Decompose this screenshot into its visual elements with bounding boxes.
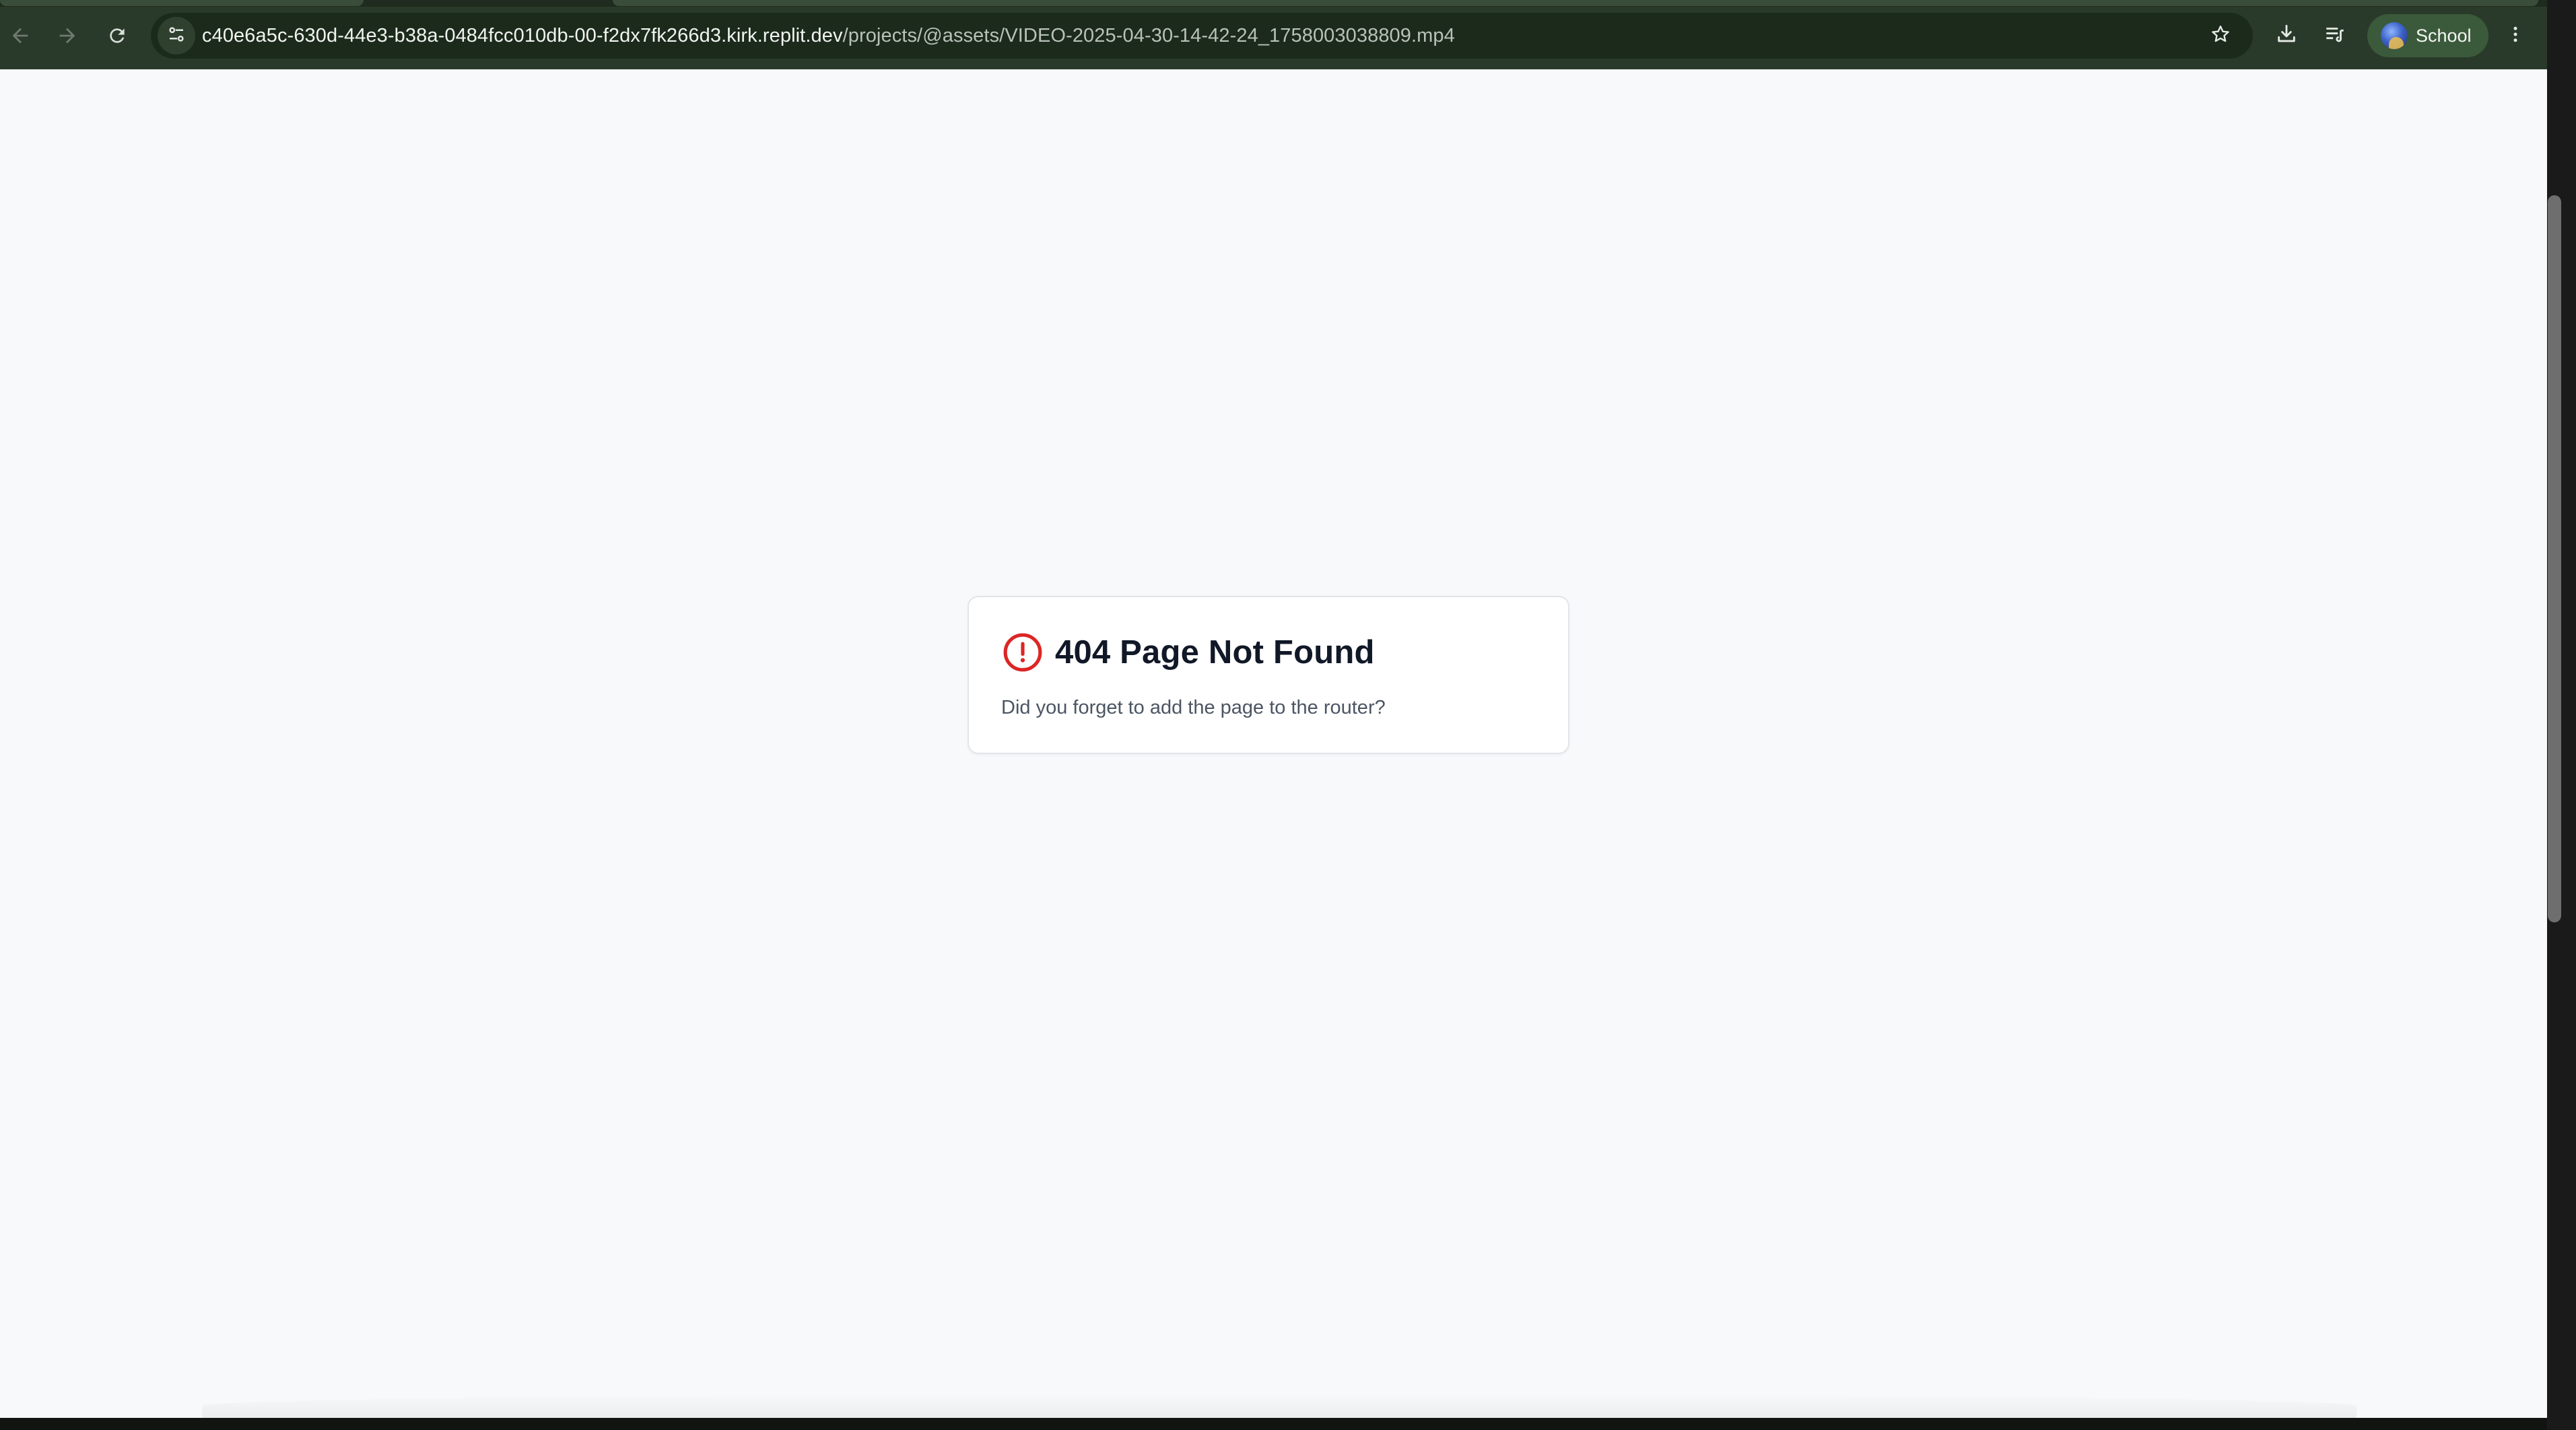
url-text[interactable]: c40e6a5c-630d-44e3-b38a-0484fcc010db-00-… [202, 13, 1455, 59]
tab-edge[interactable] [613, 0, 2538, 6]
back-arrow-icon [9, 24, 32, 47]
forward-button[interactable] [47, 13, 88, 58]
alert-circle-icon [1001, 631, 1044, 674]
downloads-button[interactable] [2265, 13, 2308, 58]
more-vertical-icon [2505, 23, 2526, 49]
reading-list-button[interactable] [2313, 13, 2357, 58]
browser-menu-button[interactable] [2495, 13, 2536, 58]
window-bottom-edge [0, 1418, 2547, 1430]
forward-arrow-icon [56, 24, 79, 47]
not-found-card: 404 Page Not Found Did you forget to add… [968, 596, 1569, 754]
address-bar[interactable]: c40e6a5c-630d-44e3-b38a-0484fcc010db-00-… [151, 13, 2253, 59]
bookmark-button[interactable] [2202, 17, 2239, 55]
site-info-button[interactable] [158, 17, 195, 55]
page-title: 404 Page Not Found [1055, 634, 1375, 671]
site-info-icon [166, 24, 187, 48]
profile-button[interactable]: School [2367, 14, 2488, 57]
card-header: 404 Page Not Found [1001, 631, 1375, 674]
url-host: c40e6a5c-630d-44e3-b38a-0484fcc010db-00-… [202, 25, 843, 46]
reload-button[interactable] [97, 13, 137, 58]
bottom-shadow [202, 1394, 2357, 1418]
reload-icon [106, 25, 128, 46]
download-icon [2275, 23, 2298, 49]
star-icon [2210, 24, 2231, 48]
back-button[interactable] [0, 13, 40, 58]
tab-edge[interactable] [0, 0, 364, 6]
reading-list-icon [2324, 23, 2346, 49]
screen: c40e6a5c-630d-44e3-b38a-0484fcc010db-00-… [0, 0, 2576, 1430]
profile-label: School [2416, 25, 2472, 46]
url-path: /projects/@assets/VIDEO-2025-04-30-14-42… [842, 25, 1455, 46]
avatar [2381, 22, 2408, 49]
scrollbar-thumb[interactable] [2548, 195, 2561, 922]
error-message: Did you forget to add the page to the ro… [1001, 697, 1386, 718]
browser-toolbar: c40e6a5c-630d-44e3-b38a-0484fcc010db-00-… [0, 0, 2547, 69]
